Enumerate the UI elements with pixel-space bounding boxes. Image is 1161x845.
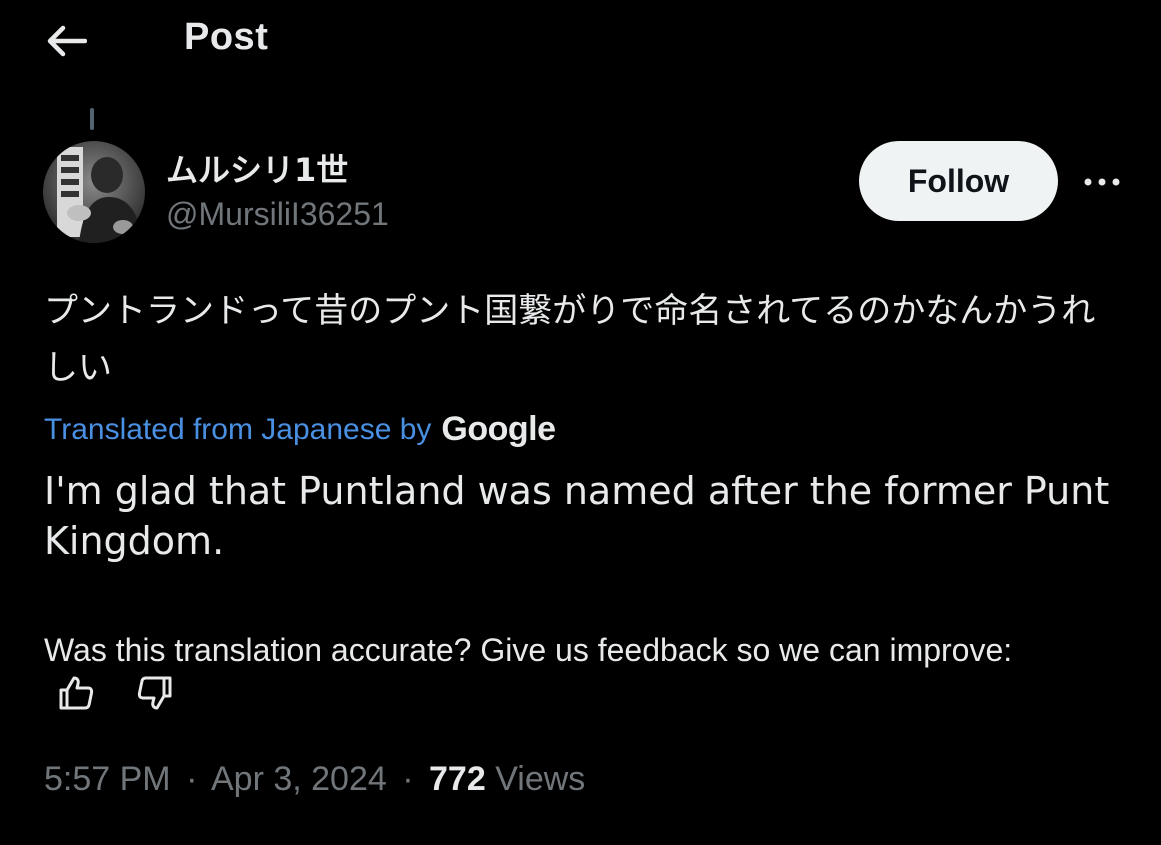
post-metadata: 5:57 PM · Apr 3, 2024 · 772 Views <box>44 760 585 799</box>
avatar-image <box>43 141 145 243</box>
avatar[interactable] <box>43 141 145 243</box>
author-name[interactable]: ムルシリ1世 <box>166 145 348 191</box>
translation-attribution: Translated from Japanese by Google <box>44 410 556 449</box>
feedback-text: Was this translation accurate? Give us f… <box>44 632 1013 668</box>
top-bar: Post <box>0 0 1161 84</box>
separator: · <box>186 760 198 798</box>
more-horizontal-icon <box>1084 178 1120 186</box>
post-translated-text: I'm glad that Puntland was named after t… <box>44 469 1110 563</box>
separator: · <box>402 760 414 798</box>
thumbs-up-icon[interactable] <box>56 673 96 713</box>
thread-line <box>90 108 94 130</box>
author-handle[interactable]: @MursiliI36251 <box>166 196 389 233</box>
back-button[interactable] <box>40 18 92 64</box>
post-date[interactable]: Apr 3, 2024 <box>211 760 387 798</box>
page-title: Post <box>184 16 269 58</box>
translated-from-link[interactable]: Translated from Japanese by <box>44 413 431 447</box>
more-options-button[interactable] <box>1078 164 1126 200</box>
thumbs-down-icon[interactable] <box>135 673 175 713</box>
views-count[interactable]: 772 <box>429 760 486 798</box>
translation-feedback: Was this translation accurate? Give us f… <box>44 628 1044 717</box>
post-original-text: プントランドって昔のプント国繋がりで命名されてるのかなんかうれしい <box>44 291 1096 388</box>
google-logo: Google <box>441 410 556 448</box>
post-time[interactable]: 5:57 PM <box>44 760 171 798</box>
views-label: Views <box>495 760 586 798</box>
arrow-left-icon <box>47 25 87 57</box>
follow-button[interactable]: Follow <box>859 141 1058 221</box>
